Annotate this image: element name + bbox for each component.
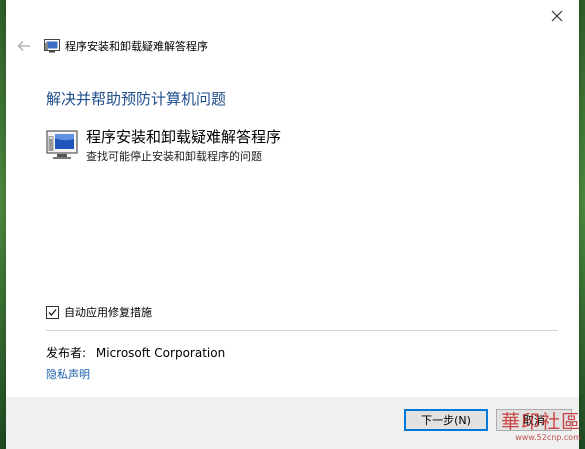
checkmark-icon [48, 308, 57, 316]
close-button[interactable] [543, 4, 571, 28]
back-button[interactable] [14, 36, 34, 56]
publisher-label: 发布者: [46, 346, 87, 360]
close-icon [551, 10, 563, 22]
divider [46, 330, 558, 331]
publisher-info: 发布者: Microsoft Corporation [46, 344, 225, 361]
desktop-background: 程序安装和卸载疑难解答程序 解决并帮助预防计算机问题 程序安装和卸载疑难解答程序… [0, 0, 585, 449]
back-arrow-icon [17, 41, 30, 51]
program-description: 查找可能停止安装和卸载程序的问题 [86, 150, 262, 163]
publisher-value: Microsoft Corporation [95, 346, 226, 360]
troubleshooter-small-icon [44, 39, 60, 53]
troubleshooter-program-entry[interactable]: 程序安装和卸载疑难解答程序 查找可能停止安装和卸载程序的问题 [46, 128, 281, 164]
cancel-button[interactable]: 取消 [496, 409, 572, 431]
window-title: 程序安装和卸载疑难解答程序 [65, 40, 208, 53]
auto-fix-option[interactable]: 自动应用修复措施 [46, 304, 152, 320]
auto-fix-checkbox[interactable] [46, 305, 59, 319]
troubleshooter-dialog: 程序安装和卸载疑难解答程序 解决并帮助预防计算机问题 程序安装和卸载疑难解答程序… [6, 0, 579, 449]
dialog-footer: 下一步(N) 取消 [6, 397, 579, 449]
window-title-bar: 程序安装和卸载疑难解答程序 [44, 38, 208, 54]
auto-fix-label: 自动应用修复措施 [64, 306, 152, 319]
troubleshooter-monitor-icon [46, 130, 78, 159]
privacy-statement-link[interactable]: 隐私声明 [46, 366, 90, 382]
next-button[interactable]: 下一步(N) [404, 409, 488, 431]
program-name: 程序安装和卸载疑难解答程序 [86, 128, 282, 146]
page-heading: 解决并帮助预防计算机问题 [46, 90, 227, 108]
